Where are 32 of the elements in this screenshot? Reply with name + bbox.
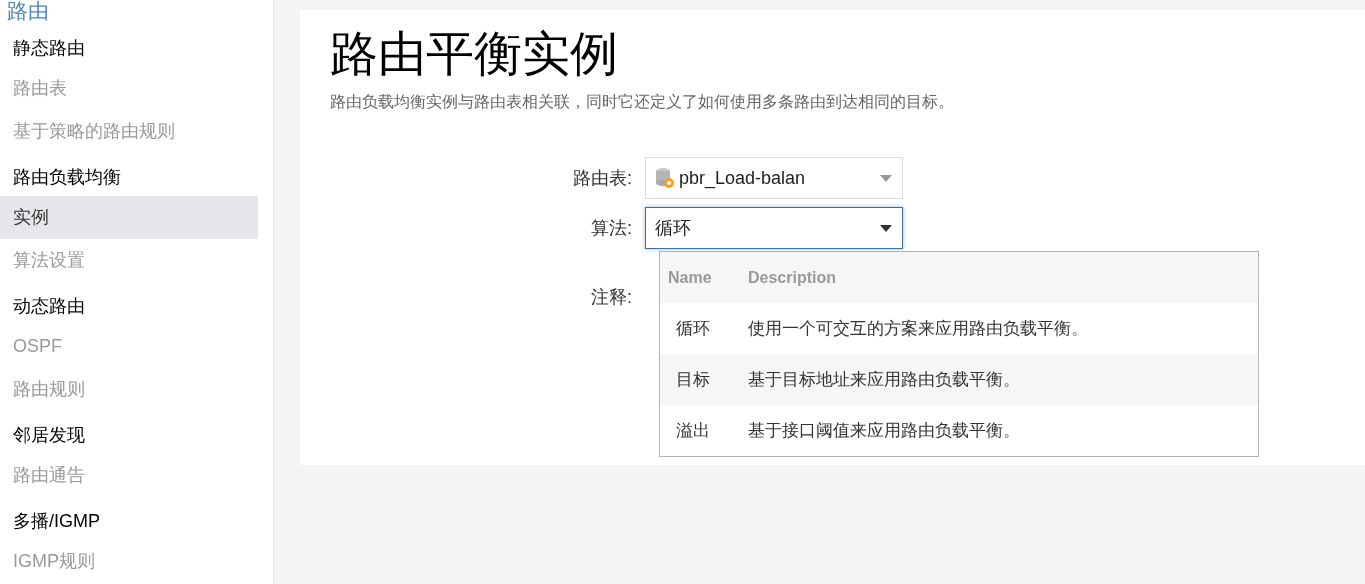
group-heading: 动态路由 [13,296,85,316]
caret-icon [880,224,892,232]
sidebar-item[interactable]: OSPF [0,325,258,368]
option-description: 使用一个可交互的方案来应用路由负载平衡。 [748,317,1088,340]
sidebar-item[interactable]: 算法设置 [0,239,258,282]
option-name: 目标 [675,368,711,391]
sidebar-item[interactable]: IGMP规则 [0,540,258,583]
select-field[interactable]: 循环 [645,207,903,249]
group-heading: 路由负载均衡 [13,167,121,187]
sidebar-item[interactable]: 路由规则 [0,368,258,411]
group-heading: 静态路由 [13,38,85,58]
caret-icon [880,174,892,182]
sidebar-item[interactable]: 基于策略的路由规则 [0,110,258,153]
sidebar-title: 路由 [6,0,50,24]
select-field[interactable]: pbr_Load-balan [645,157,903,199]
option-name: 溢出 [675,419,711,442]
option-description: 基于目标地址来应用路由负载平衡。 [748,368,1020,391]
group-heading: 邻居发现 [13,425,85,445]
sidebar-item[interactable]: 路由表 [0,67,258,110]
sidebar-item[interactable]: 路由通告 [0,454,258,497]
sidebar-item[interactable]: 实例 [0,196,258,239]
field-label: 注释: [590,285,633,309]
page-description: 路由负载均衡实例与路由表相关联，同时它还定义了如何使用多条路由到达相同的目标。 [330,92,955,112]
option-name: 循环 [675,317,711,340]
field-label: 路由表: [572,166,633,190]
group-heading: 多播/IGMP [13,511,100,531]
option-row[interactable]: 目标 基于目标地址来应用路由负载平衡。 [660,354,1258,405]
column-header: Name [667,267,713,288]
page-title: 路由平衡实例 [330,28,619,80]
option-description: 基于接口阈值来应用路由负载平衡。 [748,419,1020,442]
field-label: 算法: [590,216,633,240]
column-header: Description [748,267,836,288]
